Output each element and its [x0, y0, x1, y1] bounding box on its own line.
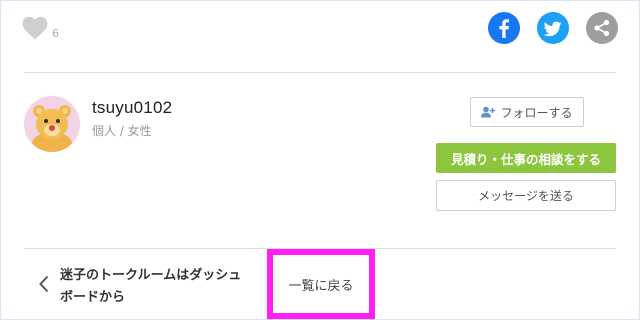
facebook-icon [488, 12, 520, 44]
back-to-list-button[interactable]: 一覧に戻る [267, 249, 375, 319]
send-message-button[interactable]: メッセージを送る [436, 180, 616, 211]
facebook-share-button[interactable] [488, 12, 520, 44]
send-message-label: メッセージを送る [478, 189, 574, 203]
follow-button[interactable]: フォローする [470, 97, 584, 127]
back-to-list-label: 一覧に戻る [288, 278, 354, 294]
follow-button-label: フォローする [500, 105, 573, 120]
heart-icon [22, 16, 48, 40]
back-link-label: 迷子のトークルームはダッシュボードから [60, 268, 242, 305]
chevron-left-icon [39, 275, 49, 293]
username[interactable]: tsuyu0102 [92, 98, 172, 118]
share-button[interactable] [586, 12, 618, 44]
bear-avatar-image [24, 96, 80, 152]
share-icon [586, 12, 618, 44]
avatar[interactable] [24, 96, 80, 152]
like-button[interactable]: 6 [22, 16, 59, 40]
back-to-dashboard-link[interactable]: 迷子のトークルームはダッシュボードから [36, 262, 246, 308]
twitter-icon [537, 12, 569, 44]
like-count: 6 [52, 27, 59, 40]
twitter-share-button[interactable] [537, 12, 569, 44]
estimate-request-label: 見積り・仕事の相談をする [450, 151, 601, 167]
user-meta: 個人 / 女性 [92, 124, 152, 138]
estimate-request-button[interactable]: 見積り・仕事の相談をする [436, 143, 616, 173]
add-user-icon [481, 106, 496, 118]
divider [24, 72, 616, 73]
